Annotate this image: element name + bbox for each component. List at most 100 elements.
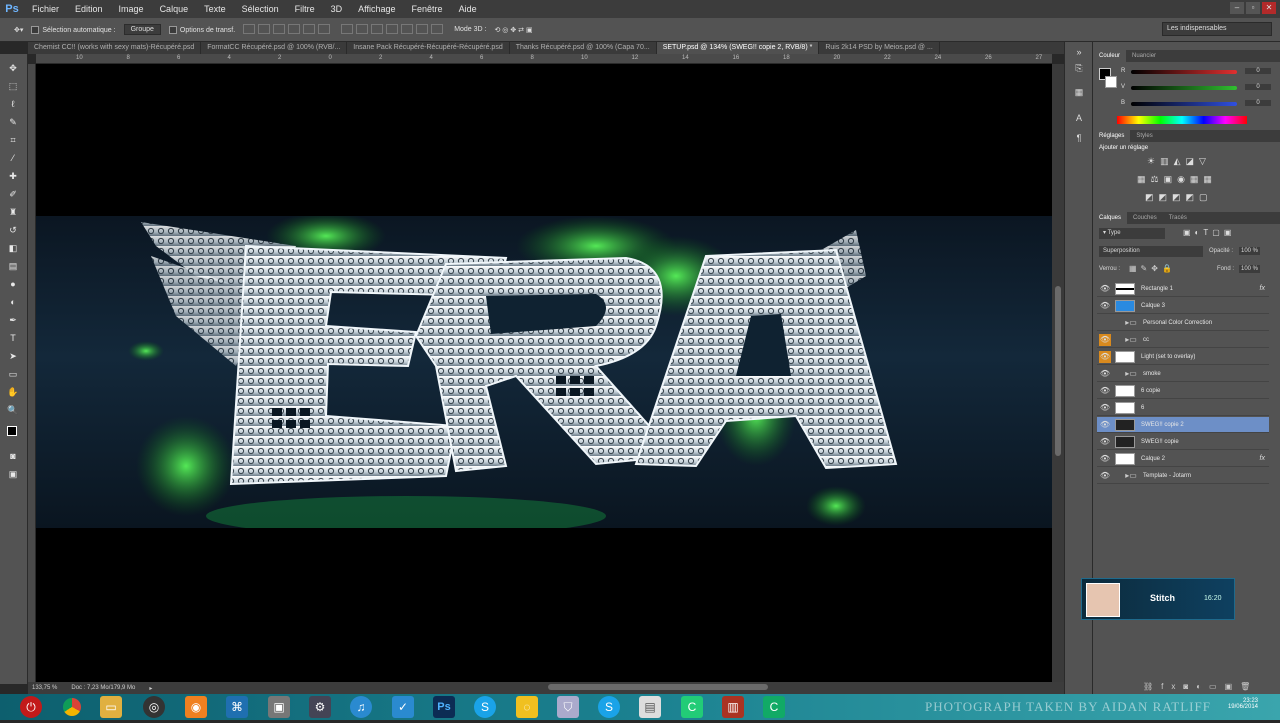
folder-icon[interactable]: ▸▭ — [1125, 368, 1137, 380]
eyedropper-tool-icon[interactable]: ⁄ — [7, 152, 19, 164]
tab-calques[interactable]: Calques — [1093, 212, 1128, 224]
eye-icon[interactable]: 👁 — [1099, 419, 1111, 431]
adjustment-icons-row2[interactable]: ▦⚖▣◉▦▦ — [1137, 174, 1217, 185]
layer-row[interactable]: 👁 ▸▭ Template - Jotarm — [1097, 468, 1269, 484]
color-spectrum-bar[interactable] — [1117, 116, 1247, 124]
eye-icon[interactable]: 👁 — [1099, 470, 1111, 482]
tab-document[interactable]: Ruis 2k14 PSD by Meios.psd @ ... — [819, 42, 940, 54]
layer-footer-icons[interactable]: ⛓fx◙◐▭▣🗑 — [1143, 682, 1258, 691]
adjustment-icons-row1[interactable]: ☀▥◭◪▽ — [1147, 156, 1211, 167]
red-slider[interactable] — [1131, 70, 1237, 74]
marquee-tool-icon[interactable]: ⬚ — [7, 80, 19, 92]
skype-2-icon[interactable]: S — [598, 696, 620, 718]
layer-row[interactable]: 👁 ▸▭ cc — [1097, 332, 1269, 348]
lasso-tool-icon[interactable]: ℓ — [7, 98, 19, 110]
steam-icon[interactable]: ⚙ — [309, 696, 331, 718]
pen-tool-icon[interactable]: ✒ — [7, 314, 19, 326]
tab-couches[interactable]: Couches — [1127, 215, 1163, 221]
document-canvas[interactable] — [36, 64, 1052, 682]
layer-filter-icons[interactable]: ▣◐T▢▣ — [1183, 228, 1235, 237]
shield-icon[interactable]: ⛉ — [557, 696, 579, 718]
stamp-tool-icon[interactable]: ♜ — [7, 206, 19, 218]
green-slider[interactable] — [1131, 86, 1237, 90]
camtasia-icon[interactable]: C — [681, 696, 703, 718]
character-icon[interactable]: A — [1073, 112, 1085, 124]
tab-document[interactable]: Insane Pack Récupéré-Récupéré-Récupéré.p… — [347, 42, 510, 54]
itunes-icon[interactable]: ♫ — [350, 696, 372, 718]
fill-value[interactable]: 100 % — [1239, 265, 1261, 273]
menu-edition[interactable]: Edition — [67, 4, 111, 14]
hand-tool-icon[interactable]: ✋ — [7, 386, 19, 398]
blue-slider[interactable] — [1131, 102, 1237, 106]
crop-tool-icon[interactable]: ⌗ — [7, 134, 19, 146]
align-buttons[interactable] — [243, 23, 333, 36]
tab-document[interactable]: Thanks Récupéré.psd @ 100% (Capa 70... — [510, 42, 657, 54]
skype-icon[interactable]: S — [474, 696, 496, 718]
adjustment-icons-row3[interactable]: ◩◩◩◩▢ — [1145, 192, 1213, 203]
folder-icon[interactable]: ▸▭ — [1125, 334, 1137, 346]
blend-mode-dropdown[interactable]: Superposition — [1099, 246, 1203, 257]
close-button[interactable]: ✕ — [1262, 2, 1276, 14]
game-icon[interactable]: ◉ — [185, 696, 207, 718]
quick-mask-icon[interactable]: ◙ — [7, 450, 19, 462]
transform-checkbox[interactable] — [168, 25, 177, 34]
media-icon[interactable]: ◎ — [143, 696, 165, 718]
minimize-button[interactable]: – — [1230, 2, 1244, 14]
layer-row[interactable]: 👁 SWEG!! copie — [1097, 434, 1269, 450]
eye-icon[interactable]: 👁 — [1099, 385, 1111, 397]
tab-document[interactable]: FormatCC Récupéré.psd @ 100% (RVB/... — [201, 42, 348, 54]
shape-tool-icon[interactable]: ▭ — [7, 368, 19, 380]
eye-icon[interactable]: 👁 — [1099, 436, 1111, 448]
layer-row[interactable]: ▸▭ Personal Color Correction — [1097, 315, 1269, 331]
layer-row[interactable]: 👁 Calque 2 fx — [1097, 451, 1269, 467]
zoom-tool-icon[interactable]: 🔍 — [7, 404, 19, 416]
menu-fichier[interactable]: Fichier — [24, 4, 67, 14]
auto-select-checkbox[interactable] — [31, 25, 40, 34]
blur-tool-icon[interactable]: ● — [7, 278, 19, 290]
mode-3d-buttons[interactable]: ⟲ ◎ ✥ ⇄ ▣ — [494, 26, 532, 34]
chat-icon[interactable]: ◌ — [516, 696, 538, 718]
tab-traces[interactable]: Tracés — [1163, 215, 1193, 221]
channel-r-value[interactable]: 0 — [1245, 68, 1271, 74]
eye-icon[interactable]: 👁 — [1099, 402, 1111, 414]
menu-3d[interactable]: 3D — [323, 4, 351, 14]
type-tool-icon[interactable]: T — [7, 332, 19, 344]
layer-filter-dropdown[interactable]: ▾ Type — [1099, 228, 1165, 239]
move-tool-icon[interactable]: ✥▾ — [14, 26, 23, 34]
folder-icon[interactable]: ▤ — [639, 696, 661, 718]
menu-affichage[interactable]: Affichage — [350, 4, 403, 14]
background-color-swatch[interactable] — [1105, 76, 1117, 88]
tab-nuancier[interactable]: Nuancier — [1126, 53, 1162, 59]
layer-row[interactable]: 👁 6 — [1097, 400, 1269, 416]
collapse-panels-icon[interactable]: » — [1073, 46, 1085, 58]
layer-row[interactable]: 👁 Calque 3 — [1097, 298, 1269, 314]
chrome-icon[interactable] — [61, 696, 83, 718]
channel-b-value[interactable]: 0 — [1245, 100, 1271, 106]
fx-icon[interactable]: fx — [1260, 285, 1265, 292]
gradient-tool-icon[interactable]: ▤ — [7, 260, 19, 272]
transform-option[interactable]: Options de transf. — [168, 25, 235, 34]
tab-document-active[interactable]: SETUP.psd @ 134% (SWEG!! copie 2, RVB/8)… — [656, 42, 820, 54]
explorer-icon[interactable]: ▭ — [100, 696, 122, 718]
tab-styles[interactable]: Styles — [1130, 133, 1158, 139]
zoom-level[interactable]: 133,75 % — [32, 685, 57, 691]
eye-icon[interactable]: 👁 — [1099, 368, 1111, 380]
history-icon[interactable]: ⎘ — [1073, 62, 1085, 74]
quick-select-tool-icon[interactable]: ✎ — [7, 116, 19, 128]
opacity-value[interactable]: 100 % — [1239, 247, 1261, 255]
layer-row[interactable]: 👁 6 copie — [1097, 383, 1269, 399]
start-power-icon[interactable]: ⏻ — [20, 696, 42, 718]
healing-tool-icon[interactable]: ✚ — [7, 170, 19, 182]
screen-mode-icon[interactable]: ▣ — [7, 468, 19, 480]
menu-aide[interactable]: Aide — [451, 4, 485, 14]
system-clock[interactable]: 23:23 19/06/2014 — [1228, 698, 1258, 710]
photoshop-taskbar-icon[interactable]: Ps — [433, 696, 455, 718]
menu-texte[interactable]: Texte — [196, 4, 234, 14]
workspace-dropdown[interactable]: Les indispensables — [1162, 22, 1272, 36]
tab-reglages[interactable]: Réglages — [1093, 130, 1131, 142]
layer-row[interactable]: 👁 Rectangle 1 fx — [1097, 281, 1269, 297]
paragraph-icon[interactable]: ¶ — [1073, 132, 1085, 144]
channel-v-value[interactable]: 0 — [1245, 84, 1271, 90]
status-arrow-icon[interactable]: ▸ — [149, 685, 152, 692]
path-select-tool-icon[interactable]: ➤ — [7, 350, 19, 362]
